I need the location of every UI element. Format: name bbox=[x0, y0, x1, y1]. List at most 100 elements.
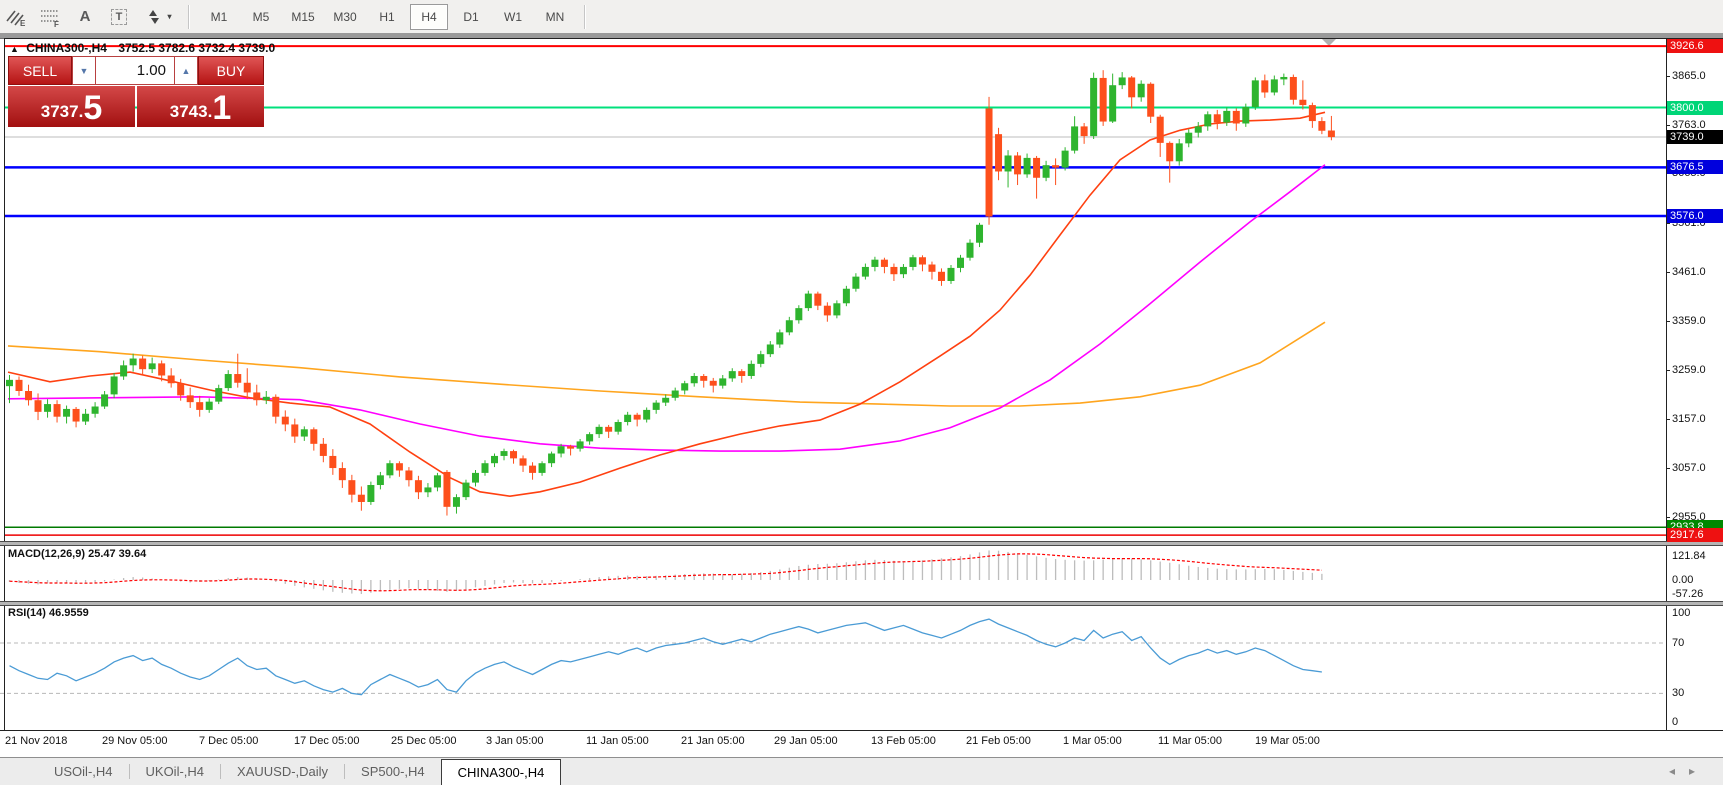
symbol-tab-usoil-h4[interactable]: USOil-,H4 bbox=[38, 758, 129, 785]
tab-scroll-arrows: ◂▸ bbox=[1669, 764, 1709, 778]
time-axis-label: 11 Mar 05:00 bbox=[1158, 735, 1222, 747]
time-axis-label: 3 Jan 05:00 bbox=[486, 735, 544, 747]
chart-ohlc-values: 3752.5 3782.6 3732.4 3739.0 bbox=[118, 41, 275, 55]
toolbar-separator bbox=[188, 5, 190, 29]
macd-scale-label: 0.00 bbox=[1672, 574, 1693, 586]
timeframe-button-h4[interactable]: H4 bbox=[410, 4, 448, 30]
dropdown-caret-icon: ▾ bbox=[167, 12, 171, 21]
text-label-tool-button[interactable]: A bbox=[68, 4, 102, 30]
price-axis-tick-label: 3259.0 bbox=[1672, 364, 1706, 376]
trading-platform-window: E F A T ▾ M1M5M15M30H1H4D1W1MN bbox=[0, 0, 1723, 785]
price-axis-tick bbox=[1666, 321, 1670, 322]
time-axis-label: 17 Dec 05:00 bbox=[294, 735, 359, 747]
price-axis-tick-label: 3057.0 bbox=[1672, 462, 1706, 474]
one-click-trading-panel: SELL ▼ 1.00 ▲ BUY 3737.5 3743.1 bbox=[8, 56, 264, 127]
toolbar-separator bbox=[584, 5, 586, 29]
time-axis-label: 1 Mar 05:00 bbox=[1063, 735, 1122, 747]
rsi-indicator-panel[interactable] bbox=[0, 604, 1666, 730]
symbol-tab-xauusd-daily[interactable]: XAUUSD-,Daily bbox=[221, 758, 344, 785]
time-axis-border bbox=[0, 730, 1723, 731]
sell-price-big-digit: 5 bbox=[83, 92, 102, 124]
price-level-badge: 3926.6 bbox=[1667, 39, 1723, 53]
symbol-triangle-icon: ▲ bbox=[10, 44, 19, 54]
macd-label: MACD(12,26,9) 25.47 39.64 bbox=[8, 548, 146, 560]
price-level-badge: 3739.0 bbox=[1667, 130, 1723, 144]
price-axis-tick bbox=[1666, 223, 1670, 224]
symbol-tab-sp500-h4[interactable]: SP500-,H4 bbox=[345, 758, 441, 785]
price-level-badge: 3576.0 bbox=[1667, 209, 1723, 223]
price-level-badge: 3676.5 bbox=[1667, 160, 1723, 174]
time-axis-label: 13 Feb 05:00 bbox=[871, 735, 936, 747]
price-level-badge: 3800.0 bbox=[1667, 101, 1723, 115]
tab-scroll-left-icon[interactable]: ◂ bbox=[1669, 764, 1689, 778]
time-axis-label: 29 Nov 05:00 bbox=[102, 735, 167, 747]
price-axis-tick-label: 3865.0 bbox=[1672, 70, 1706, 82]
time-axis-label: 25 Dec 05:00 bbox=[391, 735, 456, 747]
sell-price-main: 3737 bbox=[41, 100, 79, 124]
price-axis-tick bbox=[1666, 76, 1670, 77]
symbol-tab-china300-h4[interactable]: CHINA300-,H4 bbox=[441, 759, 562, 785]
time-axis-label: 11 Jan 05:00 bbox=[586, 735, 649, 747]
price-axis-tick-label: 3461.0 bbox=[1672, 266, 1706, 278]
fibonacci-tool-button[interactable]: F bbox=[34, 4, 68, 30]
rsi-scale-label: 30 bbox=[1672, 687, 1684, 699]
time-axis-label: 7 Dec 05:00 bbox=[199, 735, 258, 747]
spinner-down-icon: ▼ bbox=[80, 66, 89, 76]
pattern-hatch-tool-button[interactable]: E bbox=[0, 4, 34, 30]
time-axis-label: 21 Jan 05:00 bbox=[681, 735, 745, 747]
volume-decrease-button[interactable]: ▼ bbox=[72, 56, 96, 85]
volume-input[interactable]: 1.00 bbox=[96, 56, 174, 85]
rsi-scale-label: 70 bbox=[1672, 637, 1684, 649]
price-axis-tick-label: 3359.0 bbox=[1672, 315, 1706, 327]
symbol-tabbar: USOil-,H4UKOil-,H4XAUUSD-,DailySP500-,H4… bbox=[0, 757, 1723, 785]
macd-scale-label: -57.26 bbox=[1672, 588, 1703, 600]
symbol-tab-ukoil-h4[interactable]: UKOil-,H4 bbox=[130, 758, 221, 785]
timeframe-button-m15[interactable]: M15 bbox=[284, 4, 322, 30]
hatch-icon: E bbox=[5, 7, 29, 27]
rsi-label: RSI(14) 46.9559 bbox=[8, 607, 89, 619]
price-level-badge: 2917.6 bbox=[1667, 528, 1723, 542]
price-axis-tick bbox=[1666, 125, 1670, 126]
macd-scale-label: 121.84 bbox=[1672, 550, 1706, 562]
volume-increase-button[interactable]: ▲ bbox=[174, 56, 198, 85]
price-axis-tick bbox=[1666, 517, 1670, 518]
time-axis-label: 29 Jan 05:00 bbox=[774, 735, 838, 747]
price-axis-tick bbox=[1666, 272, 1670, 273]
timeframe-button-h1[interactable]: H1 bbox=[368, 4, 406, 30]
svg-text:E: E bbox=[20, 19, 26, 27]
sell-price-display[interactable]: 3737.5 bbox=[8, 86, 135, 127]
timeframe-button-d1[interactable]: D1 bbox=[452, 4, 490, 30]
time-axis-label: 19 Mar 05:00 bbox=[1255, 735, 1320, 747]
text-a-icon: A bbox=[80, 8, 91, 25]
buy-price-main: 3743 bbox=[170, 100, 208, 124]
timeframe-button-mn[interactable]: MN bbox=[536, 4, 574, 30]
rsi-scale-label: 0 bbox=[1672, 716, 1678, 728]
price-axis-tick bbox=[1666, 419, 1670, 420]
arrows-tool-button[interactable]: ▾ bbox=[136, 4, 180, 30]
timeframe-button-m1[interactable]: M1 bbox=[200, 4, 238, 30]
buy-price-display[interactable]: 3743.1 bbox=[137, 86, 264, 127]
fibo-lines-icon: F bbox=[39, 7, 63, 27]
price-axis-tick bbox=[1666, 370, 1670, 371]
macd-indicator-panel[interactable] bbox=[0, 545, 1666, 601]
arrows-icon bbox=[144, 8, 164, 26]
timeframe-button-m30[interactable]: M30 bbox=[326, 4, 364, 30]
sell-button[interactable]: SELL bbox=[8, 56, 72, 85]
text-box-icon: T bbox=[111, 9, 128, 25]
buy-button[interactable]: BUY bbox=[198, 56, 264, 85]
time-axis-label: 21 Nov 2018 bbox=[5, 735, 67, 747]
tab-scroll-right-icon[interactable]: ▸ bbox=[1689, 764, 1709, 778]
svg-text:F: F bbox=[54, 20, 59, 27]
price-axis-tick-label: 3157.0 bbox=[1672, 413, 1706, 425]
timeframe-button-w1[interactable]: W1 bbox=[494, 4, 532, 30]
text-box-tool-button[interactable]: T bbox=[102, 4, 136, 30]
buy-price-big-digit: 1 bbox=[212, 92, 231, 124]
toolbar: E F A T ▾ M1M5M15M30H1H4D1W1MN bbox=[0, 0, 1723, 34]
chart-title: ▲ CHINA300-,H4 3752.5 3782.6 3732.4 3739… bbox=[10, 41, 275, 55]
time-axis-label: 21 Feb 05:00 bbox=[966, 735, 1031, 747]
timeframe-button-m5[interactable]: M5 bbox=[242, 4, 280, 30]
spinner-up-icon: ▲ bbox=[182, 66, 191, 76]
chart-symbol-label: CHINA300-,H4 bbox=[26, 41, 107, 55]
rsi-scale-label: 100 bbox=[1672, 607, 1690, 619]
price-axis-tick bbox=[1666, 468, 1670, 469]
